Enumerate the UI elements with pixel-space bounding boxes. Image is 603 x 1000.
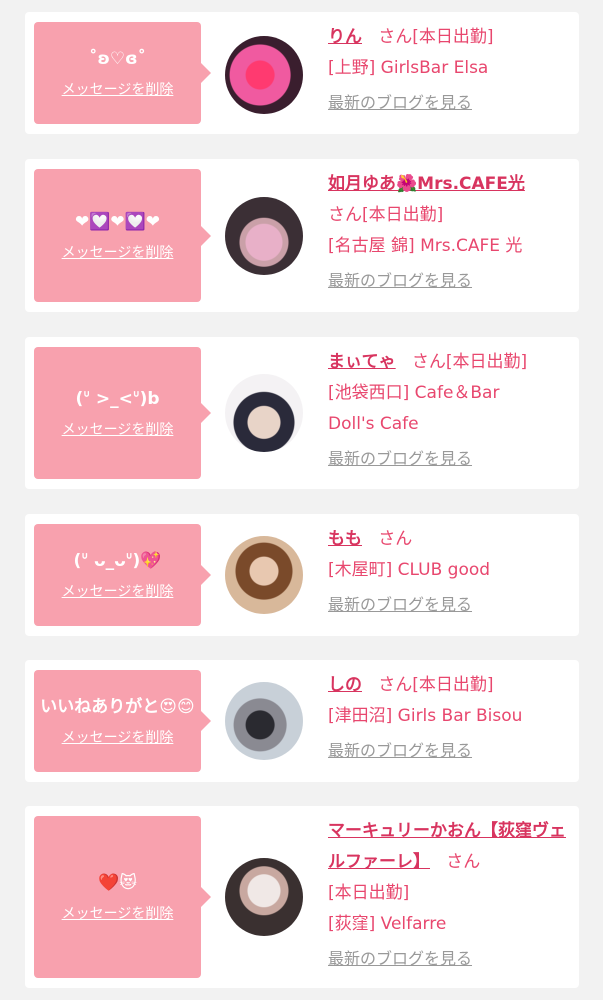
message-text: いいねありがと😍😊 [40, 697, 195, 717]
status-label: [本日出勤] [412, 27, 494, 47]
message-text: ˚ʚ♡ɞ˚ [88, 49, 147, 69]
shop-label: [名古屋 錦] Mrs.CAFE 光 [328, 236, 523, 256]
blog-link[interactable]: 最新のブログを見る [328, 740, 573, 762]
shop-label: [荻窪] Velfarre [328, 914, 447, 934]
shop-label: [津田沼] Girls Bar Bisou [328, 706, 523, 726]
message-bubble: (ᐡ >_<ᐡ)b メッセージを削除 [34, 347, 211, 479]
message-card: ˚ʚ♡ɞ˚ メッセージを削除 りん さん[本日出勤] [上野] GirlsBar… [25, 12, 579, 134]
delete-message-link[interactable]: メッセージを削除 [62, 419, 174, 439]
delete-message-link[interactable]: メッセージを削除 [62, 581, 174, 601]
status-label: [本日出勤] [362, 205, 444, 225]
avatar[interactable] [225, 197, 303, 275]
blog-link[interactable]: 最新のブログを見る [328, 594, 573, 616]
message-text: (ᐡ ᴗ_ᴗᐡ)💖 [73, 551, 162, 571]
blog-link[interactable]: 最新のブログを見る [328, 948, 573, 970]
profile-info: もも さん [木屋町] CLUB good 最新のブログを見る [328, 524, 573, 616]
blog-link[interactable]: 最新のブログを見る [328, 92, 573, 114]
blog-link[interactable]: 最新のブログを見る [328, 270, 573, 292]
message-card: ❤💟❤💟❤ メッセージを削除 如月ゆあ🌺Mrs.CAFE光 さん[本日出勤] [… [25, 159, 579, 312]
avatar[interactable] [225, 36, 303, 114]
message-text: (ᐡ >_<ᐡ)b [75, 389, 160, 409]
profile-name-link[interactable]: もも [328, 529, 362, 549]
message-text: ❤💟❤💟❤ [74, 211, 161, 232]
message-bubble: ❤️😻 メッセージを削除 [34, 816, 211, 978]
profile-name-link[interactable]: まぃてゃ [328, 352, 396, 372]
shop-label: [木屋町] CLUB good [328, 560, 491, 580]
honorific: さん [378, 675, 413, 695]
honorific: さん [446, 852, 481, 872]
honorific: さん [411, 352, 446, 372]
message-bubble: いいねありがと😍😊 メッセージを削除 [34, 670, 211, 772]
delete-message-link[interactable]: メッセージを削除 [62, 903, 174, 923]
status-label: [本日出勤] [412, 675, 494, 695]
avatar[interactable] [225, 536, 303, 614]
honorific: さん [378, 27, 413, 47]
profile-name-link[interactable]: しの [328, 675, 362, 695]
avatar[interactable] [225, 682, 303, 760]
honorific: さん [328, 205, 362, 225]
message-card: (ᐡ ᴗ_ᴗᐡ)💖 メッセージを削除 もも さん [木屋町] CLUB good… [25, 514, 579, 636]
status-label: [本日出勤] [328, 883, 410, 903]
profile-name-link[interactable]: りん [328, 27, 362, 47]
profile-info: まぃてゃ さん[本日出勤] [池袋西口] Cafe＆Bar Doll's Caf… [328, 347, 573, 470]
message-text: ❤️😻 [98, 873, 137, 893]
shop-label: [池袋西口] Cafe＆Bar Doll's Cafe [328, 383, 500, 434]
status-label: [本日出勤] [445, 352, 528, 372]
message-card: (ᐡ >_<ᐡ)b メッセージを削除 まぃてゃ さん[本日出勤] [池袋西口] … [25, 337, 579, 489]
avatar[interactable] [225, 374, 303, 452]
delete-message-link[interactable]: メッセージを削除 [62, 242, 174, 262]
delete-message-link[interactable]: メッセージを削除 [62, 727, 174, 747]
message-bubble: ❤💟❤💟❤ メッセージを削除 [34, 169, 211, 302]
delete-message-link[interactable]: メッセージを削除 [62, 79, 174, 99]
profile-info: しの さん[本日出勤] [津田沼] Girls Bar Bisou 最新のブログ… [328, 670, 573, 762]
shop-label: [上野] GirlsBar Elsa [328, 58, 489, 78]
message-bubble: ˚ʚ♡ɞ˚ メッセージを削除 [34, 22, 211, 124]
honorific: さん [378, 529, 413, 549]
message-card: ❤️😻 メッセージを削除 マーキュリーかおん【荻窪ヴェルファーレ】 さん [本日… [25, 806, 579, 988]
profile-info: りん さん[本日出勤] [上野] GirlsBar Elsa 最新のブログを見る [328, 22, 573, 114]
profile-name-link[interactable]: 如月ゆあ🌺Mrs.CAFE光 [328, 174, 525, 194]
profile-info: マーキュリーかおん【荻窪ヴェルファーレ】 さん [本日出勤] [荻窪] Velf… [328, 816, 573, 970]
profile-info: 如月ゆあ🌺Mrs.CAFE光 さん[本日出勤] [名古屋 錦] Mrs.CAFE… [328, 169, 573, 292]
avatar[interactable] [225, 858, 303, 936]
message-card: いいねありがと😍😊 メッセージを削除 しの さん[本日出勤] [津田沼] Gir… [25, 660, 579, 782]
blog-link[interactable]: 最新のブログを見る [328, 448, 573, 470]
message-bubble: (ᐡ ᴗ_ᴗᐡ)💖 メッセージを削除 [34, 524, 211, 626]
